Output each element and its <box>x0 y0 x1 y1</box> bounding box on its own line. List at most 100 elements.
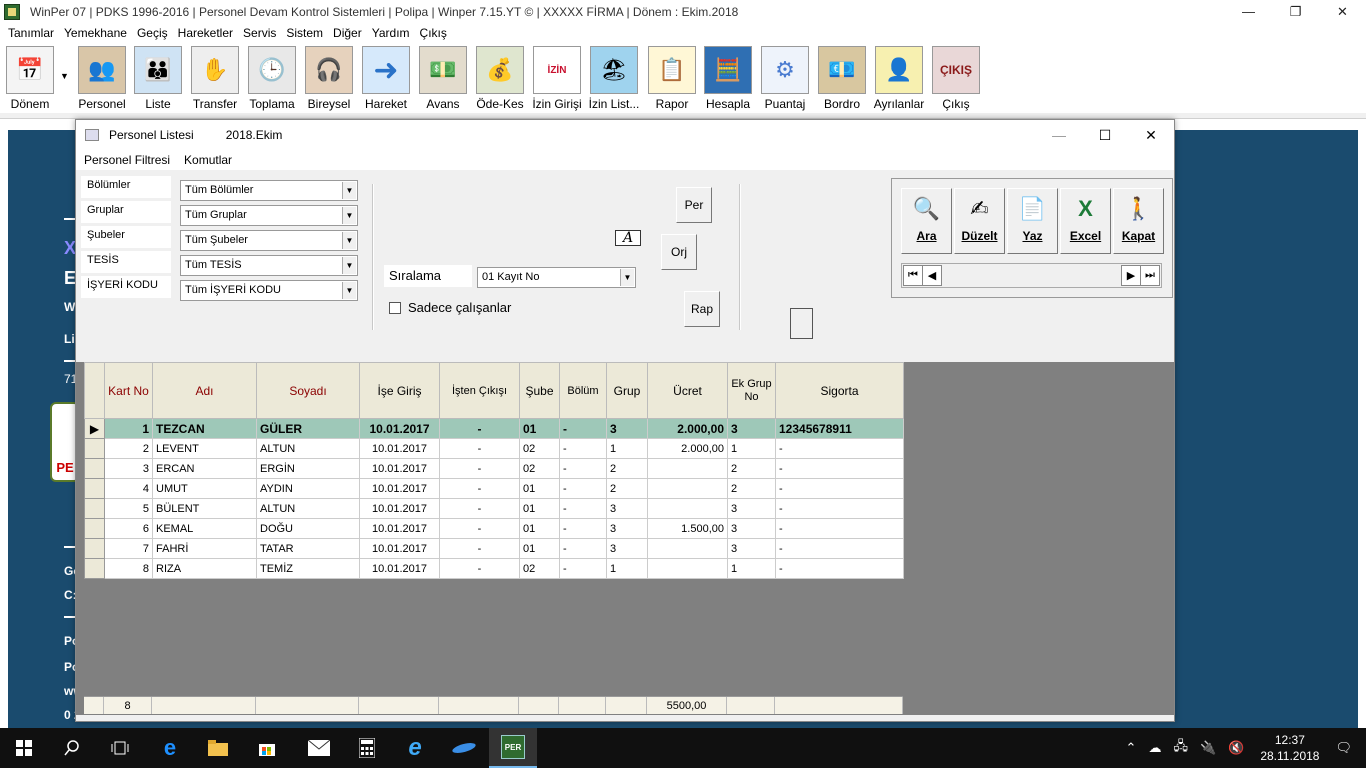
toolbar-rapor-button[interactable]: 📋 Rapor <box>646 46 698 114</box>
table-row[interactable]: 4 UMUT AYDIN 10.01.2017 - 01 - 2 2 - <box>84 478 904 499</box>
toolbar-hesapla-button[interactable]: 🧮 Hesapla <box>702 46 754 114</box>
network-icon[interactable]: 🖧 <box>1173 737 1188 759</box>
task-view-icon[interactable] <box>96 728 144 768</box>
table-row[interactable]: 7 FAHRİ TATAR 10.01.2017 - 01 - 3 3 - <box>84 538 904 559</box>
col-header-adi[interactable]: Adı <box>152 362 257 419</box>
table-row[interactable]: 3 ERCAN ERGİN 10.01.2017 - 02 - 2 2 - <box>84 458 904 479</box>
clock[interactable]: 12:37 28.11.2018 <box>1260 732 1319 764</box>
duzelt-button[interactable]: ✍ Düzelt <box>954 188 1005 254</box>
excel-button[interactable]: X Excel <box>1060 188 1111 254</box>
col-header-kart-no[interactable]: Kart No <box>104 362 153 419</box>
close-button[interactable]: ✕ <box>1319 0 1366 23</box>
col-header-ucret[interactable]: Ücret <box>647 362 728 419</box>
chevron-down-icon[interactable]: ▼ <box>342 257 356 274</box>
menu-diger[interactable]: Diğer <box>333 26 362 40</box>
volume-muted-icon[interactable]: 🔇 <box>1228 740 1244 756</box>
table-row[interactable]: 2 LEVENT ALTUN 10.01.2017 - 02 - 1 2.000… <box>84 438 904 459</box>
filter-select-gruplar[interactable]: Tüm Gruplar ▼ <box>180 205 358 226</box>
kapat-button[interactable]: 🚶 Kapat <box>1113 188 1164 254</box>
menu-yardim[interactable]: Yardım <box>372 26 410 40</box>
menu-sistem[interactable]: Sistem <box>286 26 323 40</box>
minimize-button[interactable]: — <box>1225 0 1272 23</box>
menu-hareketler[interactable]: Hareketler <box>178 26 233 40</box>
col-header-sigorta[interactable]: Sigorta <box>775 362 904 419</box>
menu-personel-filtresi[interactable]: Personel Filtresi <box>84 153 170 167</box>
yaz-button[interactable]: 📄 Yaz <box>1007 188 1058 254</box>
child-minimize-button[interactable]: — <box>1036 120 1082 150</box>
toolbar-bireysel-button[interactable]: 🎧 Bireysel <box>303 46 355 114</box>
next-record-icon[interactable]: ▶ <box>1121 265 1141 286</box>
store-icon[interactable] <box>243 728 291 768</box>
chevron-down-icon[interactable]: ▼ <box>342 232 356 249</box>
sort-select[interactable]: 01 Kayıt No ▼ <box>477 267 636 288</box>
chevron-down-icon[interactable]: ▼ <box>620 269 634 286</box>
toolbar-cikis-button[interactable]: ÇIKIŞ Çıkış <box>930 46 982 114</box>
onedrive-cloud-icon[interactable]: ☁ <box>1148 740 1161 756</box>
restore-button[interactable]: ❐ <box>1272 0 1319 23</box>
chevron-down-icon[interactable]: ▼ <box>342 182 356 199</box>
cloud-app-icon[interactable] <box>440 728 488 768</box>
child-maximize-button[interactable]: ☐ <box>1082 120 1128 150</box>
menu-gecis[interactable]: Geçiş <box>137 26 168 40</box>
toolbar-izin-liste-button[interactable]: 🏖 İzin List... <box>588 46 640 114</box>
toolbar-ayrilanlar-button[interactable]: 👤 Ayrılanlar <box>873 46 925 114</box>
toolbar-transfer-button[interactable]: ✋ Transfer <box>189 46 241 114</box>
ara-button[interactable]: 🔍 Ara <box>901 188 952 254</box>
toolbar-toplama-button[interactable]: 🕒 Toplama <box>246 46 298 114</box>
toolbar-ode-kes-button[interactable]: 💰 Öde-Kes <box>474 46 526 114</box>
first-record-icon[interactable]: ⏮ <box>903 265 923 286</box>
winper-taskbar-icon[interactable]: PER <box>489 728 537 768</box>
table-row[interactable]: 8 RIZA TEMİZ 10.01.2017 - 02 - 1 1 - <box>84 558 904 579</box>
dropdown-arrow-icon[interactable]: ▼ <box>60 71 69 81</box>
col-header-grup[interactable]: Grup <box>606 362 648 419</box>
previous-record-icon[interactable]: ◀ <box>922 265 942 286</box>
toolbar-izin-girisi-button[interactable]: İZİN İzin Girişi <box>531 46 583 114</box>
menu-cikis[interactable]: Çıkış <box>420 26 447 40</box>
menu-komutlar[interactable]: Komutlar <box>184 153 232 167</box>
menu-servis[interactable]: Servis <box>243 26 276 40</box>
table-row[interactable]: ▶ 1 TEZCAN GÜLER 10.01.2017 - 01 - 3 2.0… <box>84 418 904 439</box>
internet-explorer-icon[interactable]: e <box>391 728 439 768</box>
rap-button[interactable]: Rap <box>684 291 720 327</box>
menu-tanimlar[interactable]: Tanımlar <box>8 26 54 40</box>
toolbar-donem-button[interactable]: 📅 Dönem <box>4 46 56 114</box>
col-header-ek-grup-no[interactable]: Ek Grup No <box>727 362 776 419</box>
only-active-checkbox[interactable] <box>389 301 401 314</box>
chevron-up-icon[interactable]: ⌃ <box>1126 740 1137 756</box>
toolbar-puantaj-button[interactable]: ⚙ Puantaj <box>759 46 811 114</box>
toolbar-hareket-button[interactable]: ➜ Hareket <box>360 46 412 114</box>
filter-select-isyeri-kodu[interactable]: Tüm İŞYERİ KODU ▼ <box>180 280 358 301</box>
chevron-down-icon[interactable]: ▼ <box>342 282 356 299</box>
mail-icon[interactable] <box>295 728 343 768</box>
orj-button[interactable]: Orj <box>661 234 697 270</box>
edge-browser-icon[interactable]: e <box>146 728 194 768</box>
filter-select-bolumler[interactable]: Tüm Bölümler ▼ <box>180 180 358 201</box>
chevron-down-icon[interactable]: ▼ <box>342 207 356 224</box>
table-row[interactable]: 6 KEMAL DOĞU 10.01.2017 - 01 - 3 1.500,0… <box>84 518 904 539</box>
menu-yemekhane[interactable]: Yemekhane <box>64 26 127 40</box>
power-icon[interactable]: 🔌 <box>1200 740 1216 756</box>
child-close-button[interactable]: ✕ <box>1128 120 1174 150</box>
filter-select-subeler[interactable]: Tüm Şubeler ▼ <box>180 230 358 251</box>
col-header-soyadi[interactable]: Soyadı <box>256 362 360 419</box>
only-active-checkbox-row[interactable]: Sadece çalışanlar <box>389 300 511 315</box>
search-taskbar-icon[interactable] <box>48 728 96 768</box>
calculator-taskbar-icon[interactable] <box>343 728 391 768</box>
col-header-sube[interactable]: Şube <box>519 362 560 419</box>
col-header-bolum[interactable]: Bölüm <box>559 362 607 419</box>
notifications-icon[interactable]: 🗨 <box>1335 740 1352 756</box>
money-stack-icon: 💰 <box>476 46 524 94</box>
toolbar-liste-button[interactable]: 👪 Liste <box>132 46 184 114</box>
filter-select-tesis[interactable]: Tüm TESİS ▼ <box>180 255 358 276</box>
font-icon[interactable]: A <box>615 230 641 246</box>
toolbar-bordro-button[interactable]: 💶 Bordro <box>816 46 868 114</box>
col-header-isten-cikisi[interactable]: İşten Çıkışı <box>439 362 520 419</box>
toolbar-avans-button[interactable]: 💵 Avans <box>417 46 469 114</box>
file-explorer-icon[interactable] <box>194 728 242 768</box>
table-row[interactable]: 5 BÜLENT ALTUN 10.01.2017 - 01 - 3 3 - <box>84 498 904 519</box>
last-record-icon[interactable]: ⏭ <box>1140 265 1160 286</box>
per-button[interactable]: Per <box>676 187 712 223</box>
start-button[interactable] <box>0 728 48 768</box>
toolbar-personel-button[interactable]: 👥 Personel <box>76 46 128 114</box>
col-header-ise-giris[interactable]: İşe Giriş <box>359 362 440 419</box>
